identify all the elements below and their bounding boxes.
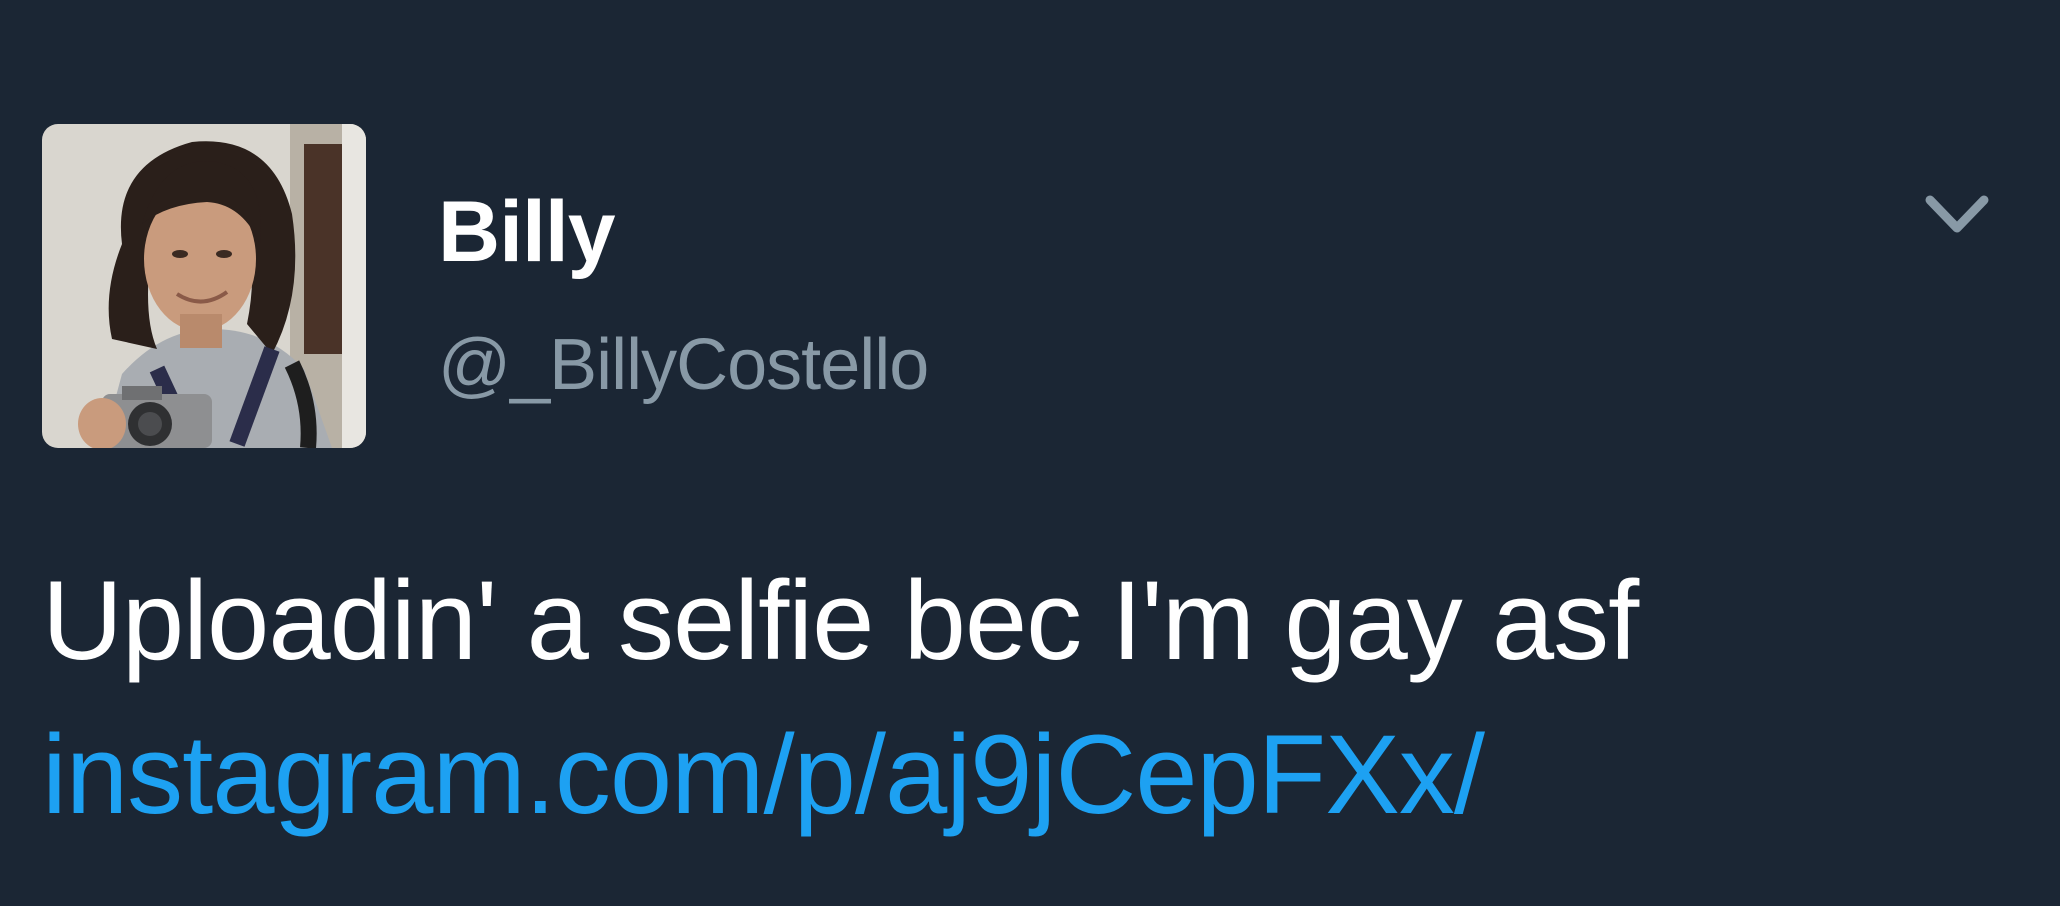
avatar[interactable] [42,124,366,448]
chevron-down-icon[interactable] [1922,190,1992,240]
user-handle[interactable]: @_BillyCostello [438,320,929,410]
tweet-text: Uploadin' a selfie bec I'm gay asf [42,558,1639,683]
tweet-card: Billy @_BillyCostello Uploadin' a selfie… [0,0,2060,906]
avatar-image [42,124,366,448]
tweet-link[interactable]: instagram.com/p/aj9jCepFXx/ [42,710,1485,840]
display-name[interactable]: Billy [438,182,616,282]
